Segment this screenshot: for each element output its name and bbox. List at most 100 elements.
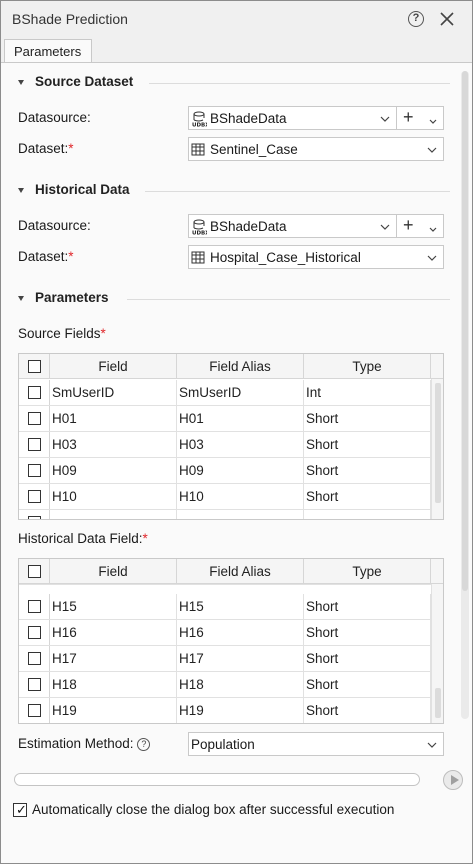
collapse-triangle-icon[interactable] bbox=[18, 80, 24, 85]
cell-type: Short bbox=[304, 646, 431, 672]
required-asterisk: * bbox=[68, 249, 74, 264]
help-icon[interactable]: ? bbox=[408, 11, 424, 27]
table-row[interactable]: H19 H19 Short bbox=[19, 698, 431, 723]
table-row[interactable]: H18 H18 Short bbox=[19, 672, 431, 698]
header-field[interactable]: Field bbox=[50, 559, 177, 584]
row-checkbox[interactable] bbox=[28, 600, 41, 613]
header-type[interactable]: Type bbox=[304, 559, 431, 584]
table-row[interactable]: H03 H03 Short bbox=[19, 432, 431, 458]
row-checkbox[interactable] bbox=[28, 516, 41, 519]
table-row[interactable]: H01 H01 Short bbox=[19, 406, 431, 432]
table-row[interactable]: H10 H10 Short bbox=[19, 484, 431, 510]
row-checkbox[interactable] bbox=[28, 490, 41, 503]
row-checkbox[interactable] bbox=[28, 412, 41, 425]
header-type[interactable]: Type bbox=[304, 354, 431, 379]
header-field[interactable]: Field bbox=[50, 354, 177, 379]
plus-icon: + bbox=[403, 215, 414, 235]
udbx-datasource-icon: UDBX bbox=[191, 111, 210, 130]
section-parameters[interactable]: Parameters bbox=[18, 289, 450, 309]
window-title: BShade Prediction bbox=[12, 11, 128, 27]
chevron-down-icon[interactable] bbox=[380, 220, 390, 235]
cell-field-alias[interactable]: H03 bbox=[177, 432, 304, 458]
help-icon[interactable]: ? bbox=[137, 737, 151, 751]
table-header: Field Field Alias Type bbox=[19, 559, 443, 584]
cell-field-alias[interactable] bbox=[177, 510, 304, 519]
table-row[interactable]: H17 H17 Short bbox=[19, 646, 431, 672]
table-scrollbar[interactable] bbox=[431, 584, 443, 723]
cell-field: H09 bbox=[50, 458, 177, 484]
row-checkbox[interactable] bbox=[28, 464, 41, 477]
run-button[interactable] bbox=[443, 770, 463, 790]
cell-field: H17 bbox=[50, 646, 177, 672]
row-checkbox-cell bbox=[19, 646, 50, 671]
estimation-method-combo[interactable]: Population bbox=[188, 732, 444, 756]
cell-field-alias[interactable]: H09 bbox=[177, 458, 304, 484]
cell-type bbox=[304, 510, 431, 519]
svg-text:UDBX: UDBX bbox=[192, 231, 207, 236]
select-all-checkbox[interactable] bbox=[28, 360, 41, 373]
historical-datasource-combo[interactable]: UDBX BShadeData bbox=[188, 214, 397, 238]
auto-close-label[interactable]: Automatically close the dialog box after… bbox=[32, 802, 394, 817]
close-icon[interactable] bbox=[438, 10, 456, 28]
select-all-checkbox[interactable] bbox=[28, 565, 41, 578]
chevron-down-icon[interactable] bbox=[380, 112, 390, 127]
chevron-down-icon[interactable] bbox=[427, 143, 437, 158]
table-dataset-icon bbox=[191, 143, 205, 159]
source-datasource-value: BShadeData bbox=[210, 111, 287, 126]
historical-dataset-combo[interactable]: Hospital_Case_Historical bbox=[188, 245, 444, 269]
source-add-datasource-button[interactable]: + bbox=[396, 106, 444, 130]
historical-add-datasource-button[interactable]: + bbox=[396, 214, 444, 238]
source-datasource-combo[interactable]: UDBX BShadeData bbox=[188, 106, 397, 130]
collapse-triangle-icon[interactable] bbox=[18, 188, 24, 193]
chevron-down-icon[interactable] bbox=[429, 222, 437, 237]
row-checkbox[interactable] bbox=[28, 386, 41, 399]
cell-field-alias[interactable]: H10 bbox=[177, 484, 304, 510]
auto-close-checkbox[interactable]: ✓ bbox=[13, 802, 27, 817]
row-checkbox[interactable] bbox=[28, 438, 41, 451]
cell-field-alias[interactable]: H15 bbox=[177, 594, 304, 620]
table-row[interactable]: SmUserID SmUserID Int bbox=[19, 380, 431, 406]
collapse-triangle-icon[interactable] bbox=[18, 296, 24, 301]
panel-scrollbar-thumb[interactable] bbox=[462, 71, 468, 591]
row-checkbox-cell bbox=[19, 380, 50, 405]
panel-scrollbar[interactable] bbox=[461, 71, 469, 719]
cell-type: Short bbox=[304, 484, 431, 510]
tab-parameters[interactable]: Parameters bbox=[4, 39, 92, 63]
section-title: Parameters bbox=[35, 290, 109, 305]
row-checkbox[interactable] bbox=[28, 678, 41, 691]
cell-field-alias[interactable]: H01 bbox=[177, 406, 304, 432]
table-row[interactable]: H15 H15 Short bbox=[19, 594, 431, 620]
row-checkbox-cell bbox=[19, 620, 50, 645]
section-source-dataset[interactable]: Source Dataset bbox=[18, 73, 450, 93]
table-dataset-icon bbox=[191, 251, 205, 267]
cell-field-alias[interactable]: H18 bbox=[177, 672, 304, 698]
chevron-down-icon[interactable] bbox=[427, 251, 437, 266]
select-all-cell bbox=[19, 354, 50, 378]
header-field-alias[interactable]: Field Alias bbox=[177, 354, 304, 379]
row-checkbox-cell bbox=[19, 458, 50, 483]
historical-datasource-label: Datasource: bbox=[18, 218, 91, 233]
row-checkbox[interactable] bbox=[28, 704, 41, 717]
table-scrollbar-thumb[interactable] bbox=[435, 688, 441, 718]
cell-field: H15 bbox=[50, 594, 177, 620]
section-divider bbox=[149, 83, 450, 84]
table-row[interactable]: H16 H16 Short bbox=[19, 620, 431, 646]
cell-field-alias[interactable]: H17 bbox=[177, 646, 304, 672]
chevron-down-icon[interactable] bbox=[427, 738, 437, 753]
row-checkbox-cell bbox=[19, 510, 50, 519]
header-field-alias[interactable]: Field Alias bbox=[177, 559, 304, 584]
row-checkbox-cell bbox=[19, 432, 50, 457]
table-row-partial[interactable] bbox=[19, 510, 431, 519]
cell-field-alias[interactable]: H19 bbox=[177, 698, 304, 723]
section-historical-data[interactable]: Historical Data bbox=[18, 181, 450, 201]
row-checkbox[interactable] bbox=[28, 626, 41, 639]
table-scrollbar[interactable] bbox=[431, 379, 443, 519]
cell-type: Short bbox=[304, 594, 431, 620]
chevron-down-icon[interactable] bbox=[429, 114, 437, 129]
row-checkbox[interactable] bbox=[28, 652, 41, 665]
cell-field-alias[interactable]: H16 bbox=[177, 620, 304, 646]
cell-field-alias[interactable]: SmUserID bbox=[177, 380, 304, 406]
table-row[interactable]: H09 H09 Short bbox=[19, 458, 431, 484]
source-dataset-combo[interactable]: Sentinel_Case bbox=[188, 137, 444, 161]
table-scrollbar-thumb[interactable] bbox=[435, 383, 441, 503]
